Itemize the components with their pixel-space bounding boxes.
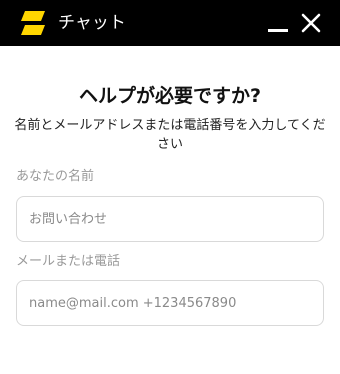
chat-header: チャット [0,0,340,46]
help-heading: ヘルプが必要ですか? [78,85,262,107]
chat-title: チャット [58,13,126,33]
name-field-label: あなたの名前 [16,169,95,184]
help-subtitle: 名前とメールアドレスまたは電話番号を入力してください [14,118,326,152]
brand-logo-icon [21,11,45,35]
minimize-icon[interactable] [267,13,289,35]
contact-input[interactable] [16,280,324,326]
close-icon[interactable] [300,12,322,34]
contact-field-label: メールまたは電話 [16,254,121,269]
name-input[interactable] [16,196,324,242]
chat-widget: チャット ヘルプが必要ですか? 名前とメールアドレスまたは電話番号を入力してくだ… [0,0,340,374]
